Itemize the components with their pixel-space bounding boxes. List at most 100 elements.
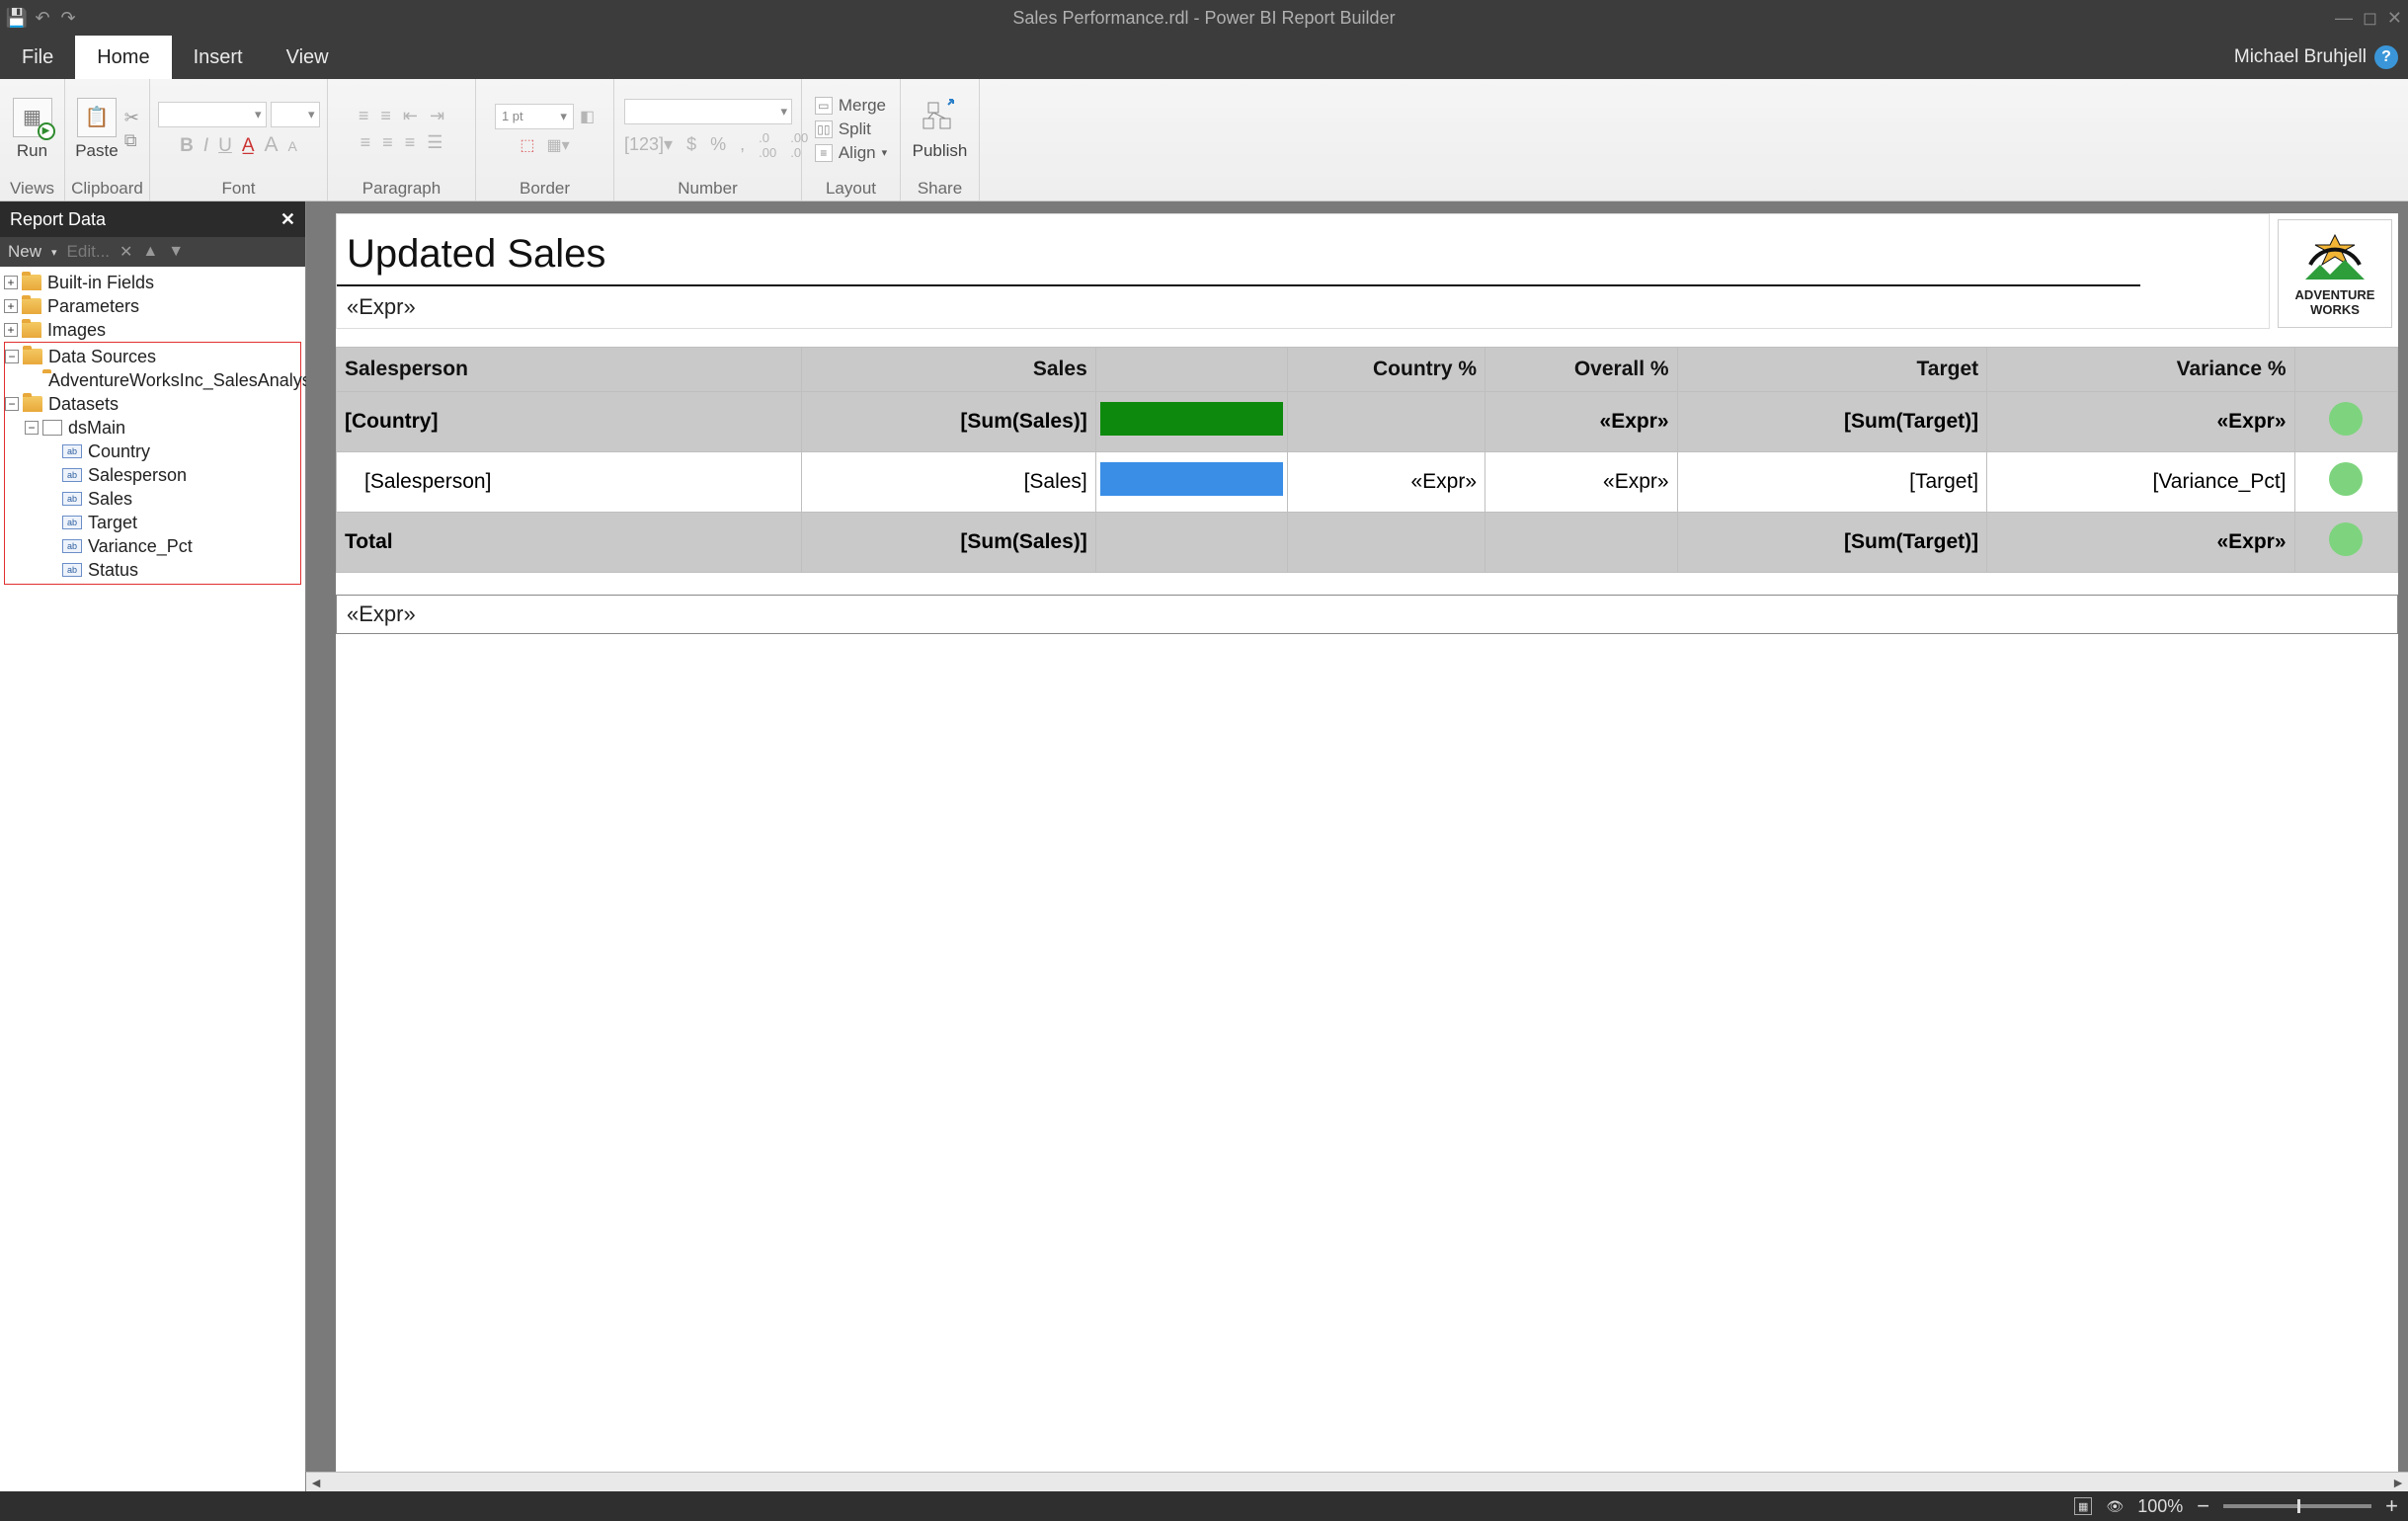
header-sales[interactable]: Sales	[802, 348, 1096, 392]
cell-empty[interactable]	[1095, 513, 1288, 573]
cell-total-status[interactable]	[2294, 513, 2398, 573]
merge-button[interactable]: ▭Merge	[815, 96, 887, 116]
borders-icon[interactable]: ▦▾	[546, 135, 569, 155]
move-down-icon[interactable]: ▼	[168, 243, 184, 261]
cut-icon[interactable]: ✂	[124, 108, 139, 128]
tree-field-sales[interactable]: abSales	[5, 487, 300, 511]
tree-datasets[interactable]: −Datasets	[5, 392, 300, 416]
tree-parameters[interactable]: +Parameters	[4, 294, 301, 318]
maximize-icon[interactable]: ◻	[2363, 8, 2377, 29]
paste-button[interactable]: 📋 Paste	[75, 98, 118, 161]
preview-mode-icon[interactable]: 👁	[2106, 1497, 2124, 1515]
bullets-icon[interactable]: ☰	[427, 132, 442, 153]
fill-color-icon[interactable]: ⬚	[520, 135, 534, 155]
tree-images[interactable]: +Images	[4, 318, 301, 342]
tab-home[interactable]: Home	[75, 36, 171, 79]
tree-builtin-fields[interactable]: +Built-in Fields	[4, 271, 301, 294]
report-footer[interactable]: «Expr»	[336, 595, 2398, 634]
font-family-combo[interactable]: ▾	[158, 102, 267, 127]
move-up-icon[interactable]: ▲	[142, 243, 158, 261]
tree-field-target[interactable]: abTarget	[5, 511, 300, 534]
zoom-slider[interactable]	[2223, 1504, 2371, 1508]
scroll-left-icon[interactable]: ◄	[306, 1475, 326, 1490]
cell-bar[interactable]	[1095, 452, 1288, 513]
country-group-row[interactable]: [Country] [Sum(Sales)] «Expr» [Sum(Targe…	[337, 392, 2398, 452]
cell-country[interactable]: [Country]	[337, 392, 802, 452]
header-target[interactable]: Target	[1677, 348, 1987, 392]
cell-country-target[interactable]: [Sum(Target)]	[1677, 392, 1987, 452]
comma-icon[interactable]: ,	[740, 134, 745, 155]
increase-indent-icon[interactable]: ⇥	[430, 106, 444, 126]
tree-data-sources[interactable]: −Data Sources	[5, 345, 300, 368]
header-overall-pct[interactable]: Overall %	[1485, 348, 1678, 392]
subtitle-expression[interactable]: «Expr»	[337, 286, 2269, 328]
header-bar[interactable]	[1095, 348, 1288, 392]
underline-button[interactable]: U	[218, 135, 232, 157]
delete-icon[interactable]: ✕	[120, 242, 132, 262]
grow-font-button[interactable]: A	[265, 133, 279, 157]
header-status[interactable]	[2294, 348, 2398, 392]
zoom-in-icon[interactable]: +	[2385, 1493, 2398, 1519]
border-color-icon[interactable]: ◧	[580, 107, 595, 126]
border-width-combo[interactable]: 1 pt▾	[495, 104, 574, 129]
align-left-icon[interactable]: ≡	[361, 132, 371, 153]
tree-field-variance-pct[interactable]: abVariance_Pct	[5, 534, 300, 558]
cell-country-variance[interactable]: «Expr»	[1987, 392, 2294, 452]
cell-total-target[interactable]: [Sum(Target)]	[1677, 513, 1987, 573]
cell-salesperson[interactable]: [Salesperson]	[337, 452, 802, 513]
edit-button[interactable]: Edit...	[67, 242, 110, 262]
split-button[interactable]: ▯▯Split	[815, 120, 887, 139]
tab-view[interactable]: View	[265, 36, 351, 79]
tab-file[interactable]: File	[0, 36, 75, 79]
decrease-indent-icon[interactable]: ⇤	[403, 106, 418, 126]
run-button[interactable]: ▦▶ Run	[13, 98, 52, 161]
close-icon[interactable]: ✕	[2387, 8, 2402, 29]
redo-icon[interactable]: ↷	[57, 7, 79, 29]
number-format-combo[interactable]: ▾	[624, 99, 792, 124]
cell-variance[interactable]: [Variance_Pct]	[1987, 452, 2294, 513]
align-right-icon[interactable]: ≡	[405, 132, 416, 153]
publish-button[interactable]: Publish	[913, 98, 968, 161]
horizontal-scrollbar[interactable]: ◄ ►	[306, 1472, 2408, 1491]
header-salesperson[interactable]: Salesperson	[337, 348, 802, 392]
footer-expression[interactable]: «Expr»	[337, 596, 2397, 633]
align-center-icon[interactable]: ≡	[382, 132, 393, 153]
tree-field-salesperson[interactable]: abSalesperson	[5, 463, 300, 487]
increase-decimal-icon[interactable]: .0.00	[759, 130, 776, 160]
minimize-icon[interactable]: —	[2335, 8, 2353, 29]
help-icon[interactable]: ?	[2374, 45, 2398, 69]
zoom-out-icon[interactable]: −	[2197, 1493, 2209, 1519]
scroll-right-icon[interactable]: ►	[2388, 1475, 2408, 1490]
tree-field-status[interactable]: abStatus	[5, 558, 300, 582]
cell-total-sales[interactable]: [Sum(Sales)]	[802, 513, 1096, 573]
cell-country-pct[interactable]: «Expr»	[1288, 452, 1485, 513]
cell-empty[interactable]	[1485, 513, 1678, 573]
italic-button[interactable]: I	[203, 135, 208, 157]
cell-empty[interactable]	[1288, 513, 1485, 573]
align-top-icon[interactable]: ≡	[359, 106, 369, 126]
detail-row[interactable]: [Salesperson] [Sales] «Expr» «Expr» [Tar…	[337, 452, 2398, 513]
report-title[interactable]: Updated Sales	[337, 214, 2140, 286]
bold-button[interactable]: B	[180, 135, 194, 157]
save-icon[interactable]: 💾	[6, 7, 28, 29]
shrink-font-button[interactable]: A	[288, 138, 297, 154]
tree-field-country[interactable]: abCountry	[5, 440, 300, 463]
align-middle-icon[interactable]: ≡	[380, 106, 391, 126]
panel-close-icon[interactable]: ✕	[281, 209, 295, 230]
cell-status[interactable]	[2294, 452, 2398, 513]
design-mode-icon[interactable]: ▦	[2074, 1497, 2092, 1515]
design-canvas[interactable]: ADVENTURE WORKS Updated Sales «Expr»	[306, 201, 2408, 1491]
report-tablix[interactable]: Salesperson Sales Country % Overall % Ta…	[336, 347, 2398, 573]
total-row[interactable]: Total [Sum(Sales)] [Sum(Target)] «Expr»	[337, 513, 2398, 573]
cell-overall-pct[interactable]: «Expr»	[1485, 452, 1678, 513]
undo-icon[interactable]: ↶	[32, 7, 53, 29]
percent-icon[interactable]: %	[710, 134, 726, 155]
cell-country-status[interactable]	[2294, 392, 2398, 452]
header-country-pct[interactable]: Country %	[1288, 348, 1485, 392]
cell-total-variance[interactable]: «Expr»	[1987, 513, 2294, 573]
new-button[interactable]: New	[8, 242, 41, 262]
cell-target[interactable]: [Target]	[1677, 452, 1987, 513]
currency-icon[interactable]: $	[686, 134, 696, 155]
tree-dataset-item[interactable]: −dsMain	[5, 416, 300, 440]
cell-total-label[interactable]: Total	[337, 513, 802, 573]
